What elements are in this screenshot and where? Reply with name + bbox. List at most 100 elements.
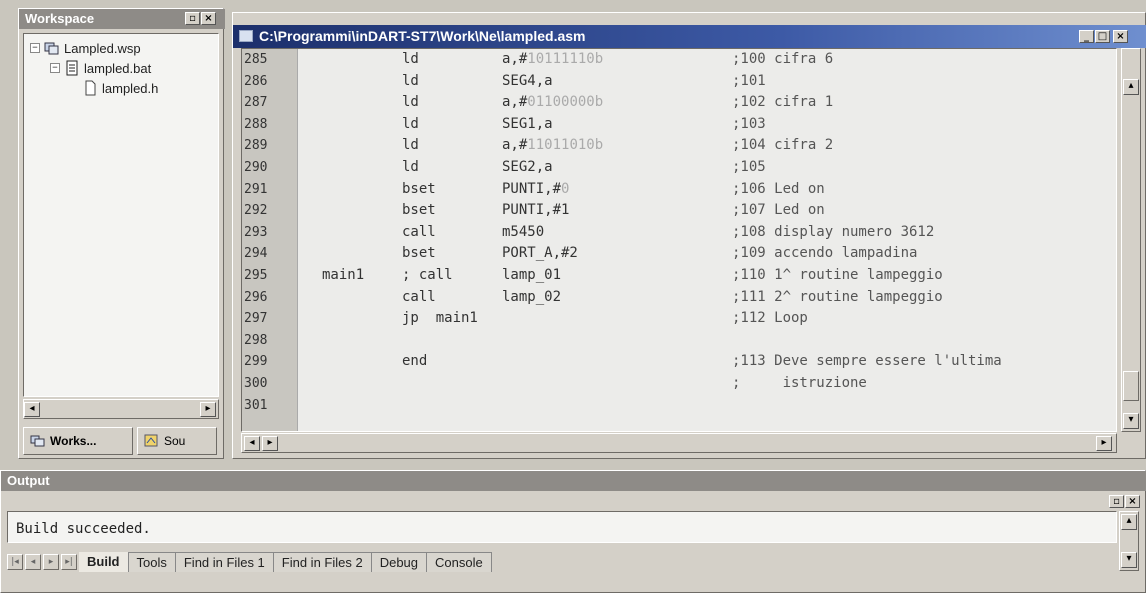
- scroll-down-icon[interactable]: ▾: [1121, 552, 1137, 568]
- build-status-message: Build succeeded.: [16, 521, 151, 537]
- scroll-right-icon[interactable]: ▸: [200, 402, 216, 417]
- scroll-up-icon[interactable]: ▴: [1121, 514, 1137, 530]
- code-line[interactable]: 293 call m5450 ;108 display numero 3612: [242, 222, 1116, 243]
- output-panel: Output ▫ × Build succeeded. ▴ ▾ |◂ ◂ ▸ ▸…: [0, 470, 1146, 593]
- line-number: 293: [244, 224, 268, 240]
- editor-vertical-scrollbar[interactable]: ▴ ▾: [1121, 48, 1141, 432]
- workspace-panel: Workspace ▫ × − Lampled.wsp − lampled.ba…: [18, 8, 225, 459]
- code-comment: ;107 Led on: [732, 202, 825, 219]
- code-line[interactable]: 295 main1 ; call lamp_01 ;110 1^ routine lam…: [242, 265, 1116, 286]
- tab-tools[interactable]: Tools: [128, 552, 176, 572]
- line-number: 292: [244, 203, 268, 219]
- workspace-horizontal-scrollbar[interactable]: ◂ ▸: [23, 399, 219, 419]
- code-line[interactable]: 286 ld SEG4,a ;101: [242, 71, 1116, 92]
- code-line[interactable]: 298: [242, 330, 1116, 351]
- code-literal: 0: [561, 180, 570, 197]
- scroll-right-icon[interactable]: ▸: [1096, 436, 1112, 451]
- code-line[interactable]: 287 ld a,#01100000b ;102 cifra 1: [242, 92, 1116, 113]
- code-comment: ;110 1^ routine lampeggio: [732, 267, 943, 283]
- workspace-titlebar[interactable]: Workspace ▫ ×: [19, 9, 225, 29]
- line-number: 297: [244, 311, 268, 327]
- code-instruction: end: [402, 353, 428, 370]
- next-tab-icon[interactable]: ▸: [43, 554, 59, 570]
- line-number: 285: [244, 52, 268, 67]
- code-line[interactable]: 294 bset PORT_A,#2 ;109 accendo lampadina: [242, 243, 1116, 264]
- tab-find-in-files-2[interactable]: Find in Files 2: [273, 552, 372, 572]
- code-comment: ; istruzione: [732, 375, 867, 391]
- code-line[interactable]: 292 bset PUNTI,#1 ;107 Led on: [242, 200, 1116, 221]
- code-line[interactable]: 299 end ;113 Deve sempre essere l'ultima: [242, 351, 1116, 372]
- code-instruction: jp main1: [402, 310, 478, 327]
- file-icon: [85, 80, 96, 96]
- code-area[interactable]: 285 ld a,#10111110b ;100 cifra 6 286 ld SEG4,a…: [241, 48, 1117, 432]
- output-vertical-scrollbar[interactable]: ▴ ▾: [1119, 511, 1139, 571]
- tab-label: Sou: [164, 434, 186, 448]
- scroll-left-icon[interactable]: ◂: [24, 402, 40, 417]
- restore-icon[interactable]: ▫: [1109, 495, 1124, 508]
- line-number: 290: [244, 160, 268, 175]
- tab-find-in-files-1[interactable]: Find in Files 1: [175, 552, 274, 572]
- tree-item-label: lampled.bat: [84, 60, 152, 76]
- code-instruction: ; call: [402, 267, 453, 283]
- code-line[interactable]: 291 bset PUNTI,#0 ;106 Led on: [242, 179, 1116, 200]
- tree-item-workspace[interactable]: − Lampled.wsp: [30, 40, 141, 56]
- scroll-down-icon[interactable]: ▾: [1123, 413, 1139, 429]
- line-number: 286: [244, 73, 268, 89]
- previous-tab-icon[interactable]: ◂: [25, 554, 41, 570]
- line-number: 298: [244, 332, 268, 348]
- maximize-icon[interactable]: □: [1095, 30, 1110, 43]
- first-tab-icon[interactable]: |◂: [7, 554, 23, 570]
- line-number: 287: [244, 95, 268, 111]
- code-line[interactable]: 285 ld a,#10111110b ;100 cifra 6: [242, 49, 1116, 70]
- collapse-icon[interactable]: −: [50, 63, 60, 73]
- collapse-icon[interactable]: −: [30, 43, 40, 53]
- editor-horizontal-scrollbar[interactable]: ◂ ▸ ▸: [241, 433, 1117, 453]
- code-instruction: bset: [402, 202, 436, 219]
- code-instruction: call: [402, 223, 436, 240]
- minimize-icon[interactable]: _: [1079, 30, 1094, 43]
- code-instruction: ld: [402, 159, 419, 175]
- code-operand: PUNTI,#1: [502, 202, 570, 219]
- code-instruction: ld: [402, 94, 419, 111]
- scroll-left-icon[interactable]: ◂: [244, 436, 260, 451]
- code-line[interactable]: 300 ; istruzione: [242, 373, 1116, 394]
- code-literal: 01100000b: [527, 94, 604, 111]
- tab-source[interactable]: Sou: [137, 427, 217, 455]
- last-tab-icon[interactable]: ▸|: [61, 554, 77, 570]
- tree-item-file[interactable]: lampled.h: [82, 80, 158, 96]
- tab-console[interactable]: Console: [427, 552, 492, 572]
- close-icon[interactable]: ×: [201, 12, 216, 25]
- scroll-thumb[interactable]: [1123, 371, 1139, 401]
- tab-debug[interactable]: Debug: [371, 552, 428, 572]
- editor-titlebar[interactable]: C:\Programmi\inDART-ST7\Work\Ne\lampled.…: [233, 25, 1146, 48]
- code-literal: 10111110b: [527, 51, 604, 67]
- close-icon[interactable]: ×: [1113, 30, 1128, 43]
- close-icon[interactable]: ×: [1125, 495, 1140, 508]
- tab-workspace[interactable]: Works...: [23, 427, 133, 455]
- code-line[interactable]: 289 ld a,#11011010b ;104 cifra 2: [242, 135, 1116, 156]
- code-line[interactable]: 297 jp main1 ;112 Loop: [242, 308, 1116, 329]
- code-operand: SEG2,a: [502, 159, 553, 175]
- tab-build[interactable]: Build: [79, 552, 129, 572]
- editor-title: C:\Programmi\inDART-ST7\Work\Ne\lampled.…: [259, 28, 586, 44]
- code-line[interactable]: 288 ld SEG1,a ;103: [242, 114, 1116, 135]
- code-comment: ;104 cifra 2: [732, 137, 834, 154]
- code-line[interactable]: 301: [242, 395, 1116, 416]
- code-line[interactable]: 296 call lamp_02 ;111 2^ routine lampeggio: [242, 287, 1116, 308]
- restore-icon[interactable]: ▫: [185, 12, 200, 25]
- output-titlebar[interactable]: Output: [1, 471, 1146, 491]
- scroll-up-icon[interactable]: ▴: [1123, 79, 1139, 95]
- line-number: 296: [244, 289, 268, 305]
- code-literal: 11011010b: [527, 137, 604, 154]
- tree-item-project[interactable]: − lampled.bat: [50, 60, 151, 76]
- source-icon: [144, 434, 158, 447]
- code-line[interactable]: 290 ld SEG2,a ;105: [242, 157, 1116, 178]
- output-title: Output: [7, 473, 50, 488]
- tree-item-label: lampled.h: [102, 80, 159, 96]
- scroll-right-icon[interactable]: ▸: [262, 436, 278, 451]
- code-operand: PUNTI,#0: [502, 180, 570, 197]
- code-comment: ;100 cifra 6: [732, 51, 834, 67]
- code-operand: SEG1,a: [502, 115, 553, 132]
- code-comment: ;113 Deve sempre essere l'ultima: [732, 353, 1002, 370]
- editor-window: C:\Programmi\inDART-ST7\Work\Ne\lampled.…: [232, 12, 1146, 459]
